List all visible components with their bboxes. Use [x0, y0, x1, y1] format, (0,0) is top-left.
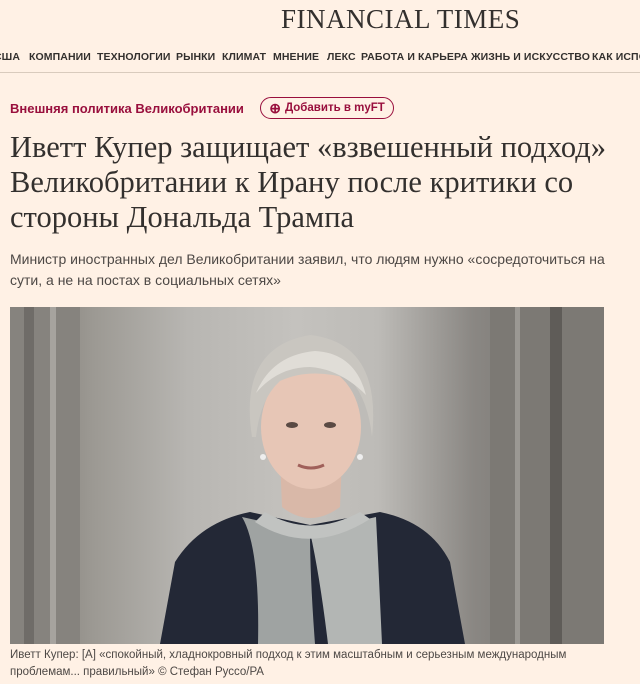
plus-circle-icon: ⊕: [269, 100, 281, 116]
ft-logo[interactable]: FINANCIAL TIMES: [281, 4, 520, 34]
article-photo: [10, 307, 604, 644]
main-navigation: США КОМПАНИИ ТЕХНОЛОГИИ РЫНКИ КЛИМАТ МНЕ…: [0, 44, 640, 73]
add-to-myft-button[interactable]: ⊕ Добавить в myFT: [260, 97, 394, 119]
nav-item-companies[interactable]: КОМПАНИИ: [29, 50, 91, 64]
article-headline: Иветт Купер защищает «взвешенный подход»…: [10, 130, 607, 234]
add-to-myft-label: Добавить в myFT: [284, 102, 385, 114]
masthead: FINANCIAL TIMES: [0, 0, 640, 38]
nav-item-markets[interactable]: РЫНКИ: [176, 50, 215, 64]
nav-item-usa[interactable]: США: [0, 50, 20, 64]
nav-item-life-arts[interactable]: ЖИЗНЬ И ИСКУССТВО: [471, 50, 590, 64]
photo-caption: Иветт Купер: [А] «спокойный, хладнокровн…: [10, 649, 567, 678]
article-standfirst: Министр иностранных дел Великобритании з…: [10, 251, 605, 288]
portrait-illustration: [10, 307, 604, 644]
nav-item-tech[interactable]: ТЕХНОЛОГИИ: [97, 50, 171, 64]
nav-item-lex[interactable]: ЛЕКС: [327, 50, 356, 64]
topic-link[interactable]: Внешняя политика Великобритании: [10, 101, 244, 116]
nav-item-opinion[interactable]: МНЕНИЕ: [273, 50, 319, 64]
nav-item-climate[interactable]: КЛИМАТ: [222, 50, 266, 64]
nav-item-work[interactable]: РАБОТА И КАРЬЕРА: [361, 50, 468, 64]
nav-item-howto[interactable]: КАК ИСПОЛЬЗОВАТЬ: [592, 50, 640, 64]
